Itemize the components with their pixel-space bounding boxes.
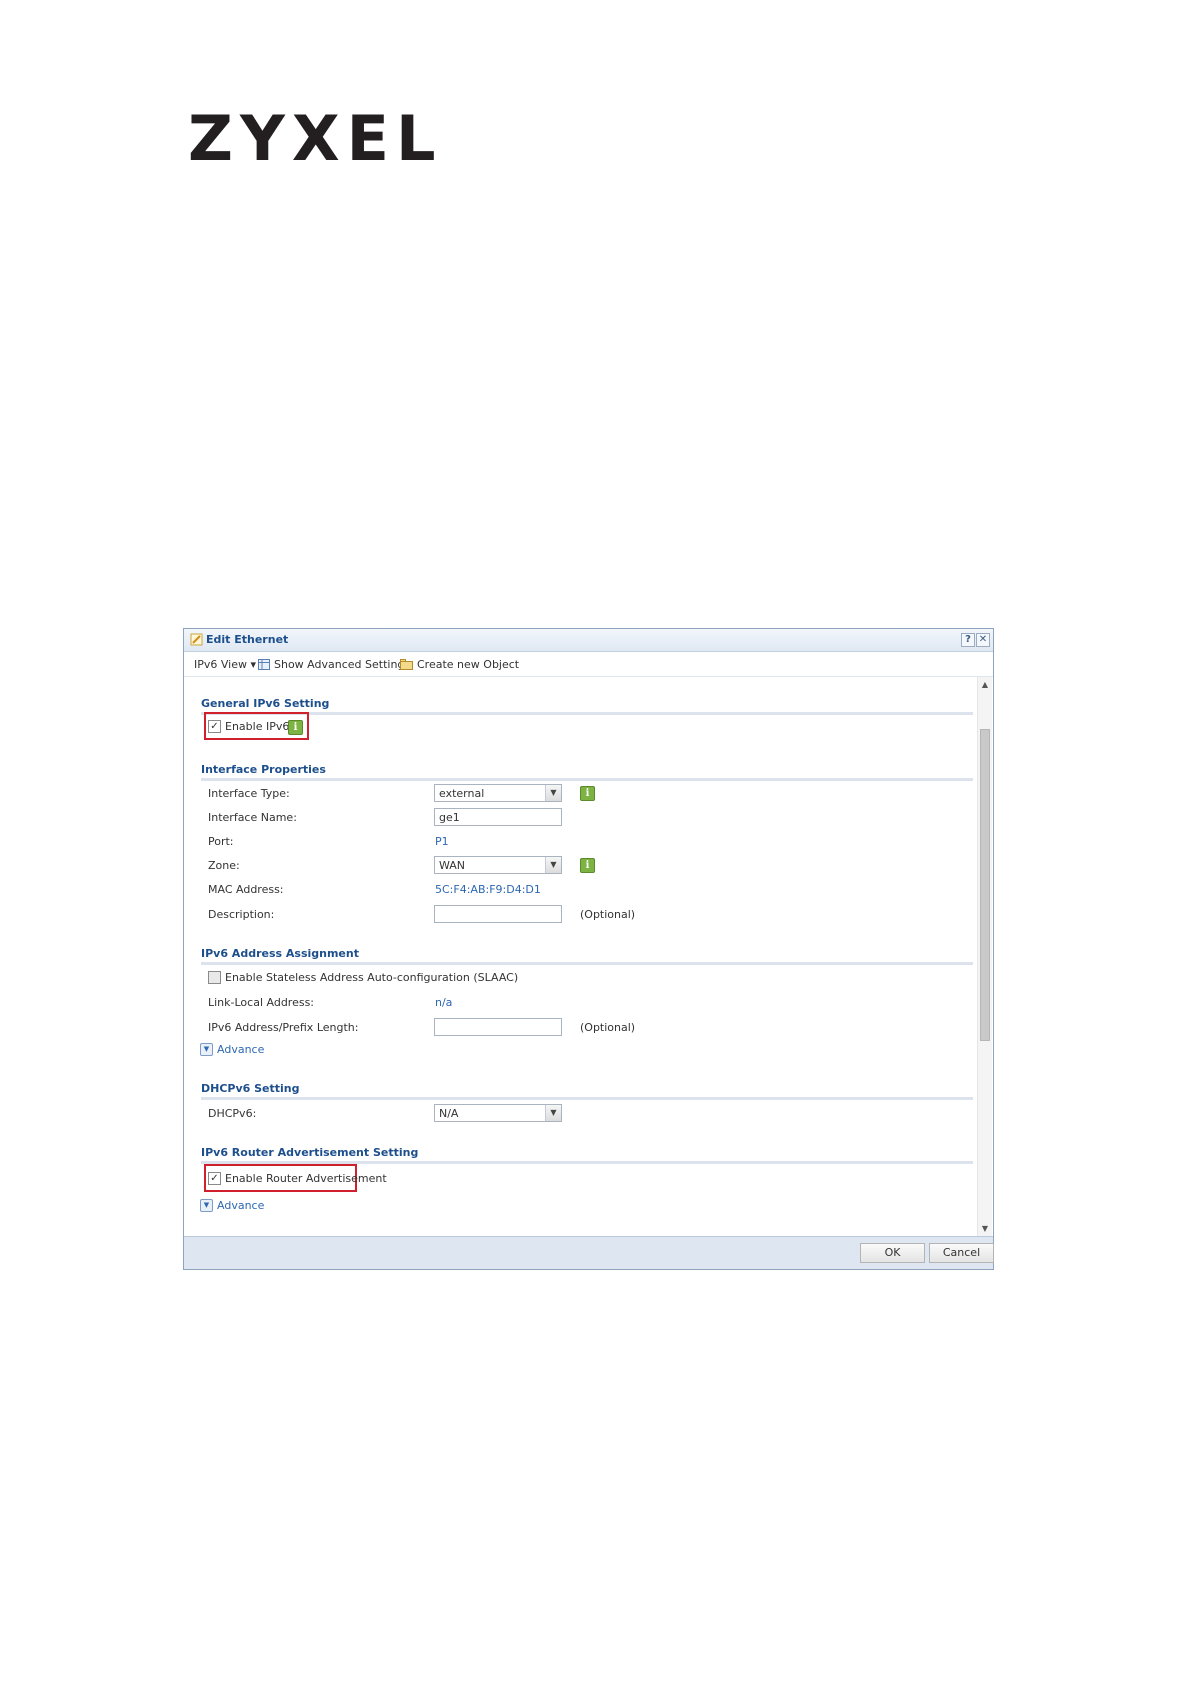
interface-type-label: Interface Type: [208,787,290,800]
vertical-scrollbar[interactable]: ▲ ▼ [977,677,992,1237]
prefix-optional-hint: (Optional) [580,1021,636,1034]
chevron-down-icon: ▼ [545,785,561,801]
description-input[interactable] [434,905,562,923]
ipv6-prefix-input[interactable] [434,1018,562,1036]
section-ipv6-address-assignment: IPv6 Address Assignment [201,947,973,965]
zone-label: Zone: [208,859,240,872]
show-advanced-label: Show Advanced Settings [274,658,411,671]
assignment-advance-label: Advance [217,1043,265,1056]
enable-router-advertisement-label: Enable Router Advertisement [225,1172,387,1185]
enable-ipv6-checkbox[interactable]: ✓ Enable IPv6 [208,720,289,733]
zyxel-logo: ZYXEL [188,102,443,175]
description-optional-hint: (Optional) [580,908,636,921]
slaac-checkbox[interactable]: Enable Stateless Address Auto-configurat… [208,971,518,984]
cancel-button[interactable]: Cancel [929,1243,994,1263]
dhcpv6-select[interactable]: N/A ▼ [434,1104,562,1122]
router-advertisement-check-mark: ✓ [208,1172,221,1185]
assignment-advance-toggle[interactable]: ▼ Advance [200,1043,264,1056]
mac-address-value: 5C:F4:AB:F9:D4:D1 [435,883,541,896]
scrollbar-thumb[interactable] [980,729,990,1041]
dialog-titlebar: Edit Ethernet ? ✕ [184,629,993,652]
interface-type-select[interactable]: external ▼ [434,784,562,802]
interface-name-input[interactable] [434,808,562,826]
interface-name-label: Interface Name: [208,811,297,824]
create-new-object-button[interactable]: Create new Object [400,658,519,671]
port-value: P1 [435,835,449,848]
slaac-label: Enable Stateless Address Auto-configurat… [225,971,519,984]
prefix-length-label: IPv6 Address/Prefix Length: [208,1021,359,1034]
enable-ipv6-label: Enable IPv6 [225,720,290,733]
ipv6-view-label: IPv6 View ▾ [194,658,257,671]
chevron-down-icon: ▼ [545,857,561,873]
chevron-down-icon: ▼ [545,1105,561,1121]
enable-router-advertisement-checkbox[interactable]: ✓ Enable Router Advertisement [208,1172,387,1185]
folder-new-icon [400,659,413,670]
show-advanced-settings-button[interactable]: Show Advanced Settings [258,658,410,671]
ok-button[interactable]: OK [860,1243,925,1263]
section-dhcpv6: DHCPv6 Setting [201,1082,973,1100]
info-icon[interactable]: i [580,858,595,873]
close-button[interactable]: ✕ [976,633,990,647]
section-router-advertisement: IPv6 Router Advertisement Setting [201,1146,973,1164]
edit-ethernet-dialog: Edit Ethernet ? ✕ IPv6 View ▾ Show Advan… [183,628,994,1270]
zone-value: WAN [439,859,466,872]
interface-type-value: external [439,787,485,800]
info-icon[interactable]: i [580,786,595,801]
info-icon[interactable]: i [288,720,303,735]
expand-arrow-icon: ▼ [200,1199,213,1212]
create-object-label: Create new Object [417,658,520,671]
expand-arrow-icon: ▼ [200,1043,213,1056]
section-interface-properties: Interface Properties [201,763,973,781]
edit-pencil-icon [190,633,203,646]
router-advance-toggle[interactable]: ▼ Advance [200,1199,264,1212]
dialog-footer: OK Cancel [184,1236,994,1269]
slaac-check-box [208,971,221,984]
link-local-value: n/a [435,996,453,1009]
dialog-toolbar: IPv6 View ▾ Show Advanced Settings Creat… [184,652,993,677]
router-advance-label: Advance [217,1199,265,1212]
mac-address-label: MAC Address: [208,883,284,896]
dhcpv6-label: DHCPv6: [208,1107,257,1120]
help-button[interactable]: ? [961,633,975,647]
scroll-up-arrow-icon[interactable]: ▲ [978,679,992,691]
dhcpv6-value: N/A [439,1107,459,1120]
dialog-content: General IPv6 Setting ✓ Enable IPv6 i Int… [184,677,993,1237]
section-general-ipv6: General IPv6 Setting [201,697,973,715]
enable-ipv6-check-mark: ✓ [208,720,221,733]
port-label: Port: [208,835,234,848]
link-local-label: Link-Local Address: [208,996,315,1009]
scroll-down-arrow-icon[interactable]: ▼ [978,1223,992,1235]
description-label: Description: [208,908,275,921]
ipv6-view-menu[interactable]: IPv6 View ▾ [194,658,256,671]
settings-table-icon [258,659,270,670]
dialog-title: Edit Ethernet [206,633,289,646]
zone-select[interactable]: WAN ▼ [434,856,562,874]
